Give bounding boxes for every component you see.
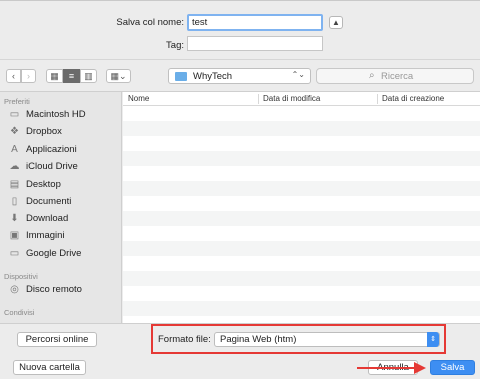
save-button[interactable]: Salva <box>430 360 475 375</box>
new-folder-button[interactable]: Nuova cartella <box>13 360 86 375</box>
chevron-left-icon: ‹ <box>12 71 15 81</box>
chevron-up-icon: ▲ <box>332 18 340 27</box>
applications-icon: A <box>11 144 18 155</box>
download-icon: ⬇ <box>10 213 19 224</box>
column-header: Nome Data di modifica Data di creazione <box>123 92 480 106</box>
updown-arrow-icon: ⇕ <box>427 332 439 347</box>
images-icon: ▣ <box>9 230 20 241</box>
list-view-button[interactable]: ≡ <box>63 69 80 83</box>
list-row <box>123 301 480 316</box>
list-row <box>123 211 480 226</box>
sidebar-item-label: iCloud Drive <box>26 161 78 172</box>
sidebar-item-google-drive[interactable]: ▭ Google Drive <box>8 247 120 262</box>
column-created[interactable]: Data di creazione <box>382 94 444 103</box>
list-row <box>123 151 480 166</box>
search-placeholder: Ricerca <box>381 71 414 82</box>
column-divider <box>377 94 378 104</box>
sidebar-item-label: Applicazioni <box>26 144 77 155</box>
save-as-input[interactable]: test <box>187 14 323 31</box>
sidebar-header-devices: Dispositivi <box>4 272 38 281</box>
group-view-button[interactable]: ▦⌄ <box>106 69 131 83</box>
sidebar-item-documenti[interactable]: ▯ Documenti <box>8 195 120 210</box>
folder-icon: ▭ <box>9 248 20 259</box>
group-icon: ▦⌄ <box>110 71 127 81</box>
search-input[interactable]: ⌕ Ricerca <box>316 68 474 84</box>
updown-arrow-icon: ⌃⌄ <box>291 70 305 79</box>
format-select[interactable]: Pagina Web (htm) ⇕ <box>214 332 440 347</box>
tag-input[interactable] <box>187 36 323 51</box>
sidebar-header-shared: Condivisi <box>4 308 35 317</box>
sidebar-item-label: Macintosh HD <box>26 109 86 120</box>
file-list[interactable]: Nome Data di modifica Data di creazione <box>123 92 480 323</box>
column-name[interactable]: Nome <box>128 94 149 103</box>
list-row <box>123 241 480 256</box>
desktop-icon: ▤ <box>9 179 20 190</box>
documents-icon: ▯ <box>11 196 18 207</box>
remote-disc-icon: ◎ <box>10 284 19 295</box>
format-value: Pagina Web (htm) <box>220 334 297 345</box>
divider <box>0 59 480 60</box>
sidebar-item-icloud-drive[interactable]: ☁ iCloud Drive <box>8 160 120 175</box>
sidebar: Preferiti ▭ Macintosh HD ❖ Dropbox A App… <box>0 92 122 323</box>
back-button[interactable]: ‹ <box>6 69 21 83</box>
list-icon: ≡ <box>68 71 75 81</box>
save-as-row: Salva col nome: test ▲ <box>0 13 480 33</box>
sidebar-item-disco-remoto[interactable]: ◎ Disco remoto <box>8 283 120 298</box>
sidebar-item-immagini[interactable]: ▣ Immagini <box>8 229 120 244</box>
format-label: Formato file: <box>158 334 211 345</box>
sidebar-item-applicazioni[interactable]: A Applicazioni <box>8 143 120 158</box>
list-row <box>123 271 480 286</box>
column-divider <box>258 94 259 104</box>
online-paths-button[interactable]: Percorsi online <box>17 332 97 347</box>
location-select[interactable]: WhyTech ⌃⌄ <box>168 68 311 84</box>
expand-dialog-button[interactable]: ▲ <box>329 16 343 29</box>
list-row <box>123 121 480 136</box>
sidebar-item-dropbox[interactable]: ❖ Dropbox <box>8 125 120 140</box>
column-view-button[interactable]: ▥ <box>80 69 97 83</box>
chevron-right-icon: › <box>27 71 30 81</box>
search-icon: ⌕ <box>369 70 375 81</box>
column-modified[interactable]: Data di modifica <box>263 94 320 103</box>
sidebar-item-label: Documenti <box>26 196 72 207</box>
location-value: WhyTech <box>193 71 233 82</box>
save-as-label: Salva col nome: <box>116 17 184 28</box>
sidebar-item-label: Disco remoto <box>26 284 82 295</box>
sidebar-item-label: Google Drive <box>26 248 82 259</box>
grid-icon: ▦ <box>50 71 59 81</box>
list-row <box>123 181 480 196</box>
sidebar-item-desktop[interactable]: ▤ Desktop <box>8 178 120 193</box>
arrow-head-icon <box>414 362 426 374</box>
sidebar-item-macintosh-hd[interactable]: ▭ Macintosh HD <box>8 108 120 123</box>
tag-label: Tag: <box>166 40 184 51</box>
forward-button[interactable]: › <box>21 69 36 83</box>
sidebar-item-download[interactable]: ⬇ Download <box>8 212 120 227</box>
folder-icon <box>175 72 187 81</box>
sidebar-item-label: Dropbox <box>26 126 62 137</box>
save-dialog: Salva col nome: test ▲ Tag: ‹ › ▦ ≡ ▥ ▦⌄… <box>0 0 480 379</box>
annotation-arrow <box>357 367 417 369</box>
hard-drive-icon: ▭ <box>9 109 20 120</box>
sidebar-header-favorites: Preferiti <box>4 97 30 106</box>
sidebar-item-label: Desktop <box>26 179 61 190</box>
sidebar-item-label: Immagini <box>26 230 65 241</box>
sidebar-item-label: Download <box>26 213 69 224</box>
columns-icon: ▥ <box>84 71 93 81</box>
icon-view-button[interactable]: ▦ <box>46 69 63 83</box>
dropbox-icon: ❖ <box>10 126 19 137</box>
cloud-icon: ☁ <box>9 161 20 172</box>
